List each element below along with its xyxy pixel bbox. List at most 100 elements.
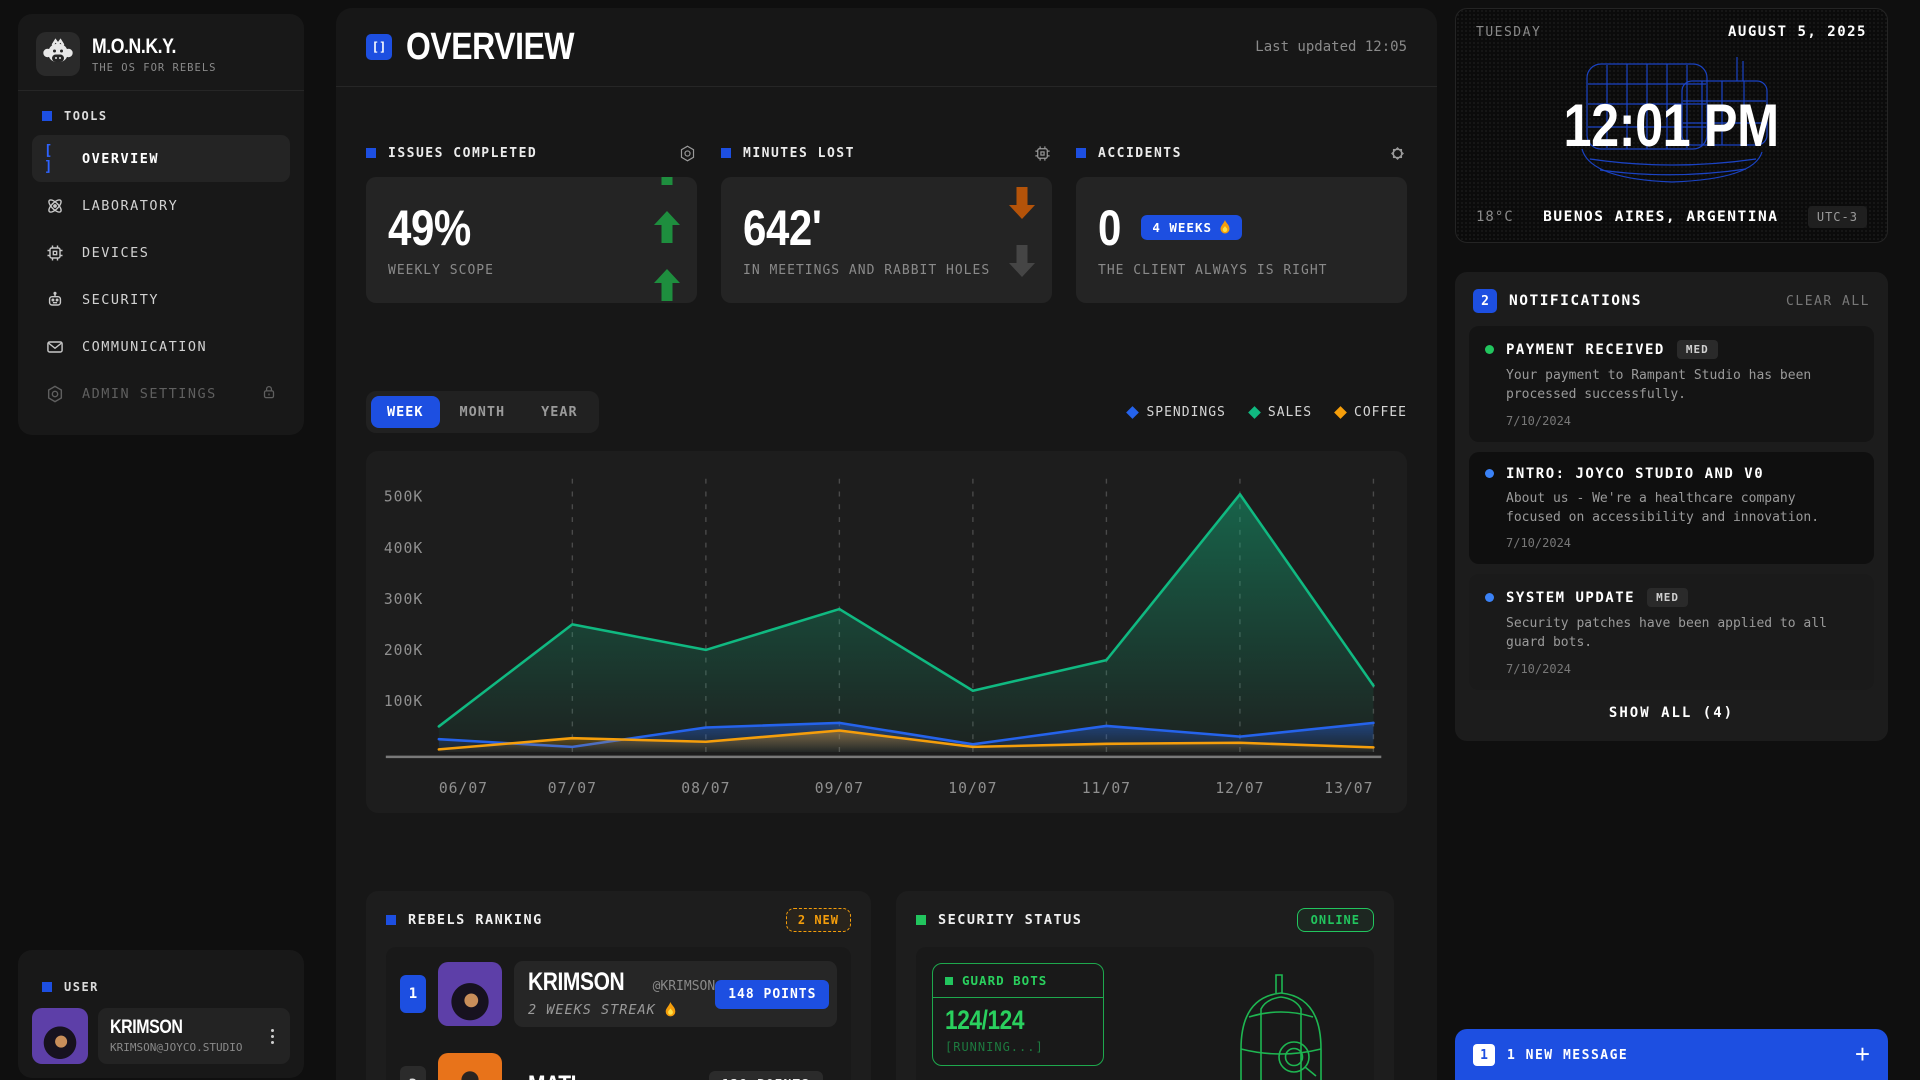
svg-text:500K: 500K bbox=[384, 489, 423, 506]
streak-badge: 4 WEEKS bbox=[1141, 215, 1242, 240]
trend-up-arrows-icon bbox=[653, 177, 681, 303]
svg-text:08/07: 08/07 bbox=[681, 780, 730, 797]
panel-title: SECURITY STATUS bbox=[938, 912, 1082, 928]
rank-badge: 1 bbox=[400, 975, 426, 1013]
module-value: 124/124 bbox=[945, 1007, 1024, 1034]
new-message-bar[interactable]: 1 1 NEW MESSAGE + bbox=[1455, 1029, 1888, 1080]
svg-text:12/07: 12/07 bbox=[1215, 780, 1264, 797]
clear-all-button[interactable]: CLEAR ALL bbox=[1786, 294, 1870, 309]
svg-text:06/07: 06/07 bbox=[439, 780, 488, 797]
notification-system-update[interactable]: SYSTEM UPDATE MED Security patches have … bbox=[1469, 574, 1874, 690]
overview-brackets-icon: [] bbox=[366, 34, 392, 60]
tab-week[interactable]: WEEK bbox=[371, 396, 440, 428]
sidebar: M.O.N.K.Y. THE OS FOR REBELS TOOLS [ ] O… bbox=[18, 14, 304, 435]
rank-info: MATI @MATI 129 POINTS bbox=[514, 1062, 837, 1080]
module-state: [RUNNING...] bbox=[945, 1040, 1091, 1054]
flame-icon bbox=[664, 1002, 677, 1018]
temperature: 18°C bbox=[1476, 209, 1514, 225]
user-card: USER KRIMSON KRIMSON@JOYCO.STUDIO bbox=[18, 950, 304, 1078]
avatar bbox=[438, 962, 502, 1026]
sidebar-item-admin-settings[interactable]: ADMIN SETTINGS bbox=[32, 370, 290, 417]
status-dot bbox=[1485, 593, 1494, 602]
rank-badge: 2 bbox=[400, 1066, 426, 1080]
robot-wireframe bbox=[1216, 969, 1346, 1080]
svg-text:09/07: 09/07 bbox=[815, 780, 864, 797]
rank-streak: 2 WEEKS STREAK bbox=[528, 1002, 715, 1018]
tab-year[interactable]: YEAR bbox=[525, 396, 594, 428]
rank-info: KRIMSON @KRIMSON 2 WEEKS STREAK 148 POIN… bbox=[514, 961, 837, 1027]
chip-icon[interactable] bbox=[1033, 144, 1052, 163]
bottom-panels: REBELS RANKING 2 NEW 1 KRIMSON @KRIMSON bbox=[366, 891, 1407, 1080]
trend-down-arrows-icon bbox=[1008, 181, 1036, 303]
notification-date: 7/10/2024 bbox=[1506, 414, 1858, 428]
sidebar-item-laboratory[interactable]: LABORATORY bbox=[32, 182, 290, 229]
stat-value: 642' bbox=[743, 203, 821, 253]
diamond-icon bbox=[1334, 406, 1347, 419]
stat-issues-completed: ISSUES COMPLETED 49% WEEKLY SCOPE bbox=[366, 143, 697, 303]
user-row[interactable]: KRIMSON KRIMSON@JOYCO.STUDIO bbox=[32, 1008, 290, 1064]
legend-spendings[interactable]: SPENDINGS bbox=[1128, 405, 1225, 420]
user-info: KRIMSON KRIMSON@JOYCO.STUDIO bbox=[98, 1008, 290, 1064]
page-title: OVERVIEW bbox=[406, 26, 574, 69]
sidebar-item-communication[interactable]: COMMUNICATION bbox=[32, 323, 290, 370]
ranking-row-2[interactable]: 2 MATI @MATI 129 POINTS bbox=[400, 1053, 837, 1080]
diamond-icon bbox=[1248, 406, 1261, 419]
main-header: [] OVERVIEW Last updated 12:05 bbox=[366, 8, 1407, 86]
stat-title: ACCIDENTS bbox=[1098, 146, 1182, 161]
priority-badge: MED bbox=[1647, 588, 1688, 607]
gear-icon[interactable] bbox=[678, 144, 697, 163]
user-section-label: USER bbox=[32, 962, 290, 1006]
svg-text:300K: 300K bbox=[384, 591, 423, 608]
sidebar-nav: [ ] OVERVIEW LABORATORY DEVICES SECURIT bbox=[32, 135, 290, 417]
panel-title: REBELS RANKING bbox=[408, 912, 543, 928]
monkey-icon bbox=[36, 32, 80, 76]
kebab-menu-icon[interactable] bbox=[267, 1025, 278, 1048]
user-name: KRIMSON bbox=[110, 1018, 182, 1039]
flame-icon bbox=[1219, 220, 1231, 235]
stat-label: WEEKLY SCOPE bbox=[388, 263, 675, 278]
stat-accidents: ACCIDENTS 0 4 WEEKS THE CLIENT ALWAYS IS… bbox=[1076, 143, 1407, 303]
notifications-title: NOTIFICATIONS bbox=[1509, 293, 1642, 309]
sidebar-item-overview[interactable]: [ ] OVERVIEW bbox=[32, 135, 290, 182]
sidebar-item-devices[interactable]: DEVICES bbox=[32, 229, 290, 276]
notification-intro[interactable]: INTRO: JOYCO STUDIO AND V0 About us - We… bbox=[1469, 452, 1874, 565]
legend-sales[interactable]: SALES bbox=[1250, 405, 1312, 420]
app-root: M.O.N.K.Y. THE OS FOR REBELS TOOLS [ ] O… bbox=[0, 0, 1920, 1080]
points-badge: 148 POINTS bbox=[715, 980, 829, 1009]
plus-icon[interactable]: + bbox=[1855, 1039, 1870, 1070]
rebels-ranking-panel: REBELS RANKING 2 NEW 1 KRIMSON @KRIMSON bbox=[366, 891, 871, 1080]
ranking-row-1[interactable]: 1 KRIMSON @KRIMSON 2 WEEKS STREAK bbox=[400, 961, 837, 1027]
sales-chart: 100K200K300K400K500K06/0707/0708/0709/07… bbox=[376, 465, 1397, 807]
chip-icon bbox=[44, 243, 66, 263]
clock-card: TUESDAY AUGUST 5, 2025 12:01 PM 18°C bbox=[1455, 8, 1888, 243]
location: BUENOS AIRES, ARGENTINA bbox=[1543, 209, 1778, 225]
security-body: GUARD BOTS 124/124 [RUNNING...] FIREWALL bbox=[916, 947, 1374, 1080]
user-email: KRIMSON@JOYCO.STUDIO bbox=[110, 1041, 242, 1054]
svg-text:07/07: 07/07 bbox=[548, 780, 597, 797]
lock-icon bbox=[260, 383, 278, 405]
sidebar-item-security[interactable]: SECURITY bbox=[32, 276, 290, 323]
sales-chart-card: 100K200K300K400K500K06/0707/0708/0709/07… bbox=[366, 451, 1407, 813]
chart-legend: SPENDINGS SALES COFFEE bbox=[1128, 405, 1407, 420]
mail-icon bbox=[44, 337, 66, 357]
notification-body: Security patches have been applied to al… bbox=[1506, 615, 1858, 653]
notification-payment-received[interactable]: PAYMENT RECEIVED MED Your payment to Ram… bbox=[1469, 326, 1874, 442]
show-all-button[interactable]: SHOW ALL (4) bbox=[1469, 690, 1874, 727]
chart-controls: WEEK MONTH YEAR SPENDINGS SALES COFFEE bbox=[366, 390, 1407, 434]
stat-bullet bbox=[366, 148, 376, 158]
burst-icon[interactable] bbox=[1388, 144, 1407, 163]
stat-value: 49% bbox=[388, 203, 471, 253]
notification-body: Your payment to Rampant Studio has been … bbox=[1506, 367, 1858, 405]
header-divider bbox=[336, 86, 1437, 87]
legend-coffee[interactable]: COFFEE bbox=[1336, 405, 1407, 420]
online-status-badge: ONLINE bbox=[1297, 908, 1374, 932]
rank-name: MATI bbox=[528, 1073, 576, 1080]
tab-month[interactable]: MONTH bbox=[444, 396, 522, 428]
points-badge: 129 POINTS bbox=[709, 1071, 823, 1080]
svg-text:11/07: 11/07 bbox=[1082, 780, 1131, 797]
notification-count-badge: 2 bbox=[1473, 289, 1497, 313]
svg-text:10/07: 10/07 bbox=[948, 780, 997, 797]
stat-card: 0 4 WEEKS THE CLIENT ALWAYS IS RIGHT bbox=[1076, 177, 1407, 303]
message-text: 1 NEW MESSAGE bbox=[1507, 1048, 1628, 1063]
ranking-list: 1 KRIMSON @KRIMSON 2 WEEKS STREAK bbox=[386, 947, 851, 1080]
